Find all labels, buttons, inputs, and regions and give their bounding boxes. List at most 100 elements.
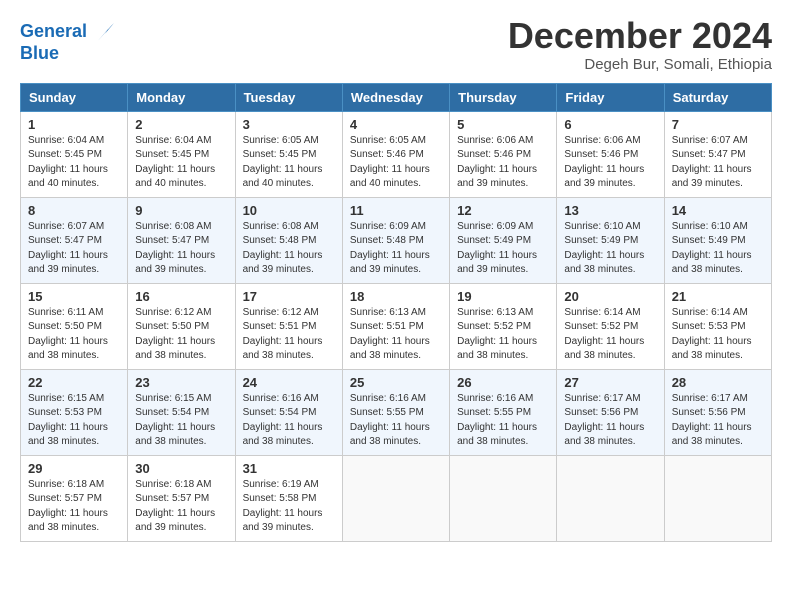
day-info: Sunrise: 6:17 AMSunset: 5:56 PMDaylight:…: [672, 393, 752, 448]
day-info: Sunrise: 6:04 AMSunset: 5:45 PMDaylight:…: [135, 135, 215, 190]
day-info: Sunrise: 6:17 AMSunset: 5:56 PMDaylight:…: [564, 393, 644, 448]
day-info: Sunrise: 6:16 AMSunset: 5:54 PMDaylight:…: [243, 393, 323, 448]
day-info: Sunrise: 6:08 AMSunset: 5:47 PMDaylight:…: [135, 221, 215, 276]
calendar-cell: [664, 455, 771, 541]
calendar-cell: 27Sunrise: 6:17 AMSunset: 5:56 PMDayligh…: [557, 369, 664, 455]
day-number: 11: [350, 203, 442, 218]
day-number: 17: [243, 289, 335, 304]
calendar-cell: 7 Sunrise: 6:07 AMSunset: 5:47 PMDaylight…: [664, 111, 771, 197]
day-info: Sunrise: 6:16 AMSunset: 5:55 PMDaylight:…: [350, 393, 430, 448]
week-row-5: 29 Sunrise: 6:18 AMSunset: 5:57 PMDayligh…: [21, 455, 772, 541]
column-header-thursday: Thursday: [450, 83, 557, 111]
calendar-cell: 14Sunrise: 6:10 AMSunset: 5:49 PMDayligh…: [664, 197, 771, 283]
day-info: Sunrise: 6:09 AMSunset: 5:49 PMDaylight:…: [457, 221, 537, 276]
day-number: 2: [135, 117, 227, 132]
day-number: 22: [28, 375, 120, 390]
logo-blue-text: Blue: [20, 44, 59, 64]
calendar-cell: 17 Sunrise: 6:12 AMSunset: 5:51 PMDayligh…: [235, 283, 342, 369]
calendar-cell: 22 Sunrise: 6:15 AMSunset: 5:53 PMDayligh…: [21, 369, 128, 455]
day-info: Sunrise: 6:04 AMSunset: 5:45 PMDaylight:…: [28, 135, 108, 190]
calendar-cell: 3Sunrise: 6:05 AMSunset: 5:45 PMDaylight…: [235, 111, 342, 197]
column-header-wednesday: Wednesday: [342, 83, 449, 111]
day-info: Sunrise: 6:14 AMSunset: 5:52 PMDaylight:…: [564, 307, 644, 362]
day-info: Sunrise: 6:13 AMSunset: 5:51 PMDaylight:…: [350, 307, 430, 362]
calendar-cell: 29 Sunrise: 6:18 AMSunset: 5:57 PMDayligh…: [21, 455, 128, 541]
calendar-cell: 20 Sunrise: 6:14 AMSunset: 5:52 PMDayligh…: [557, 283, 664, 369]
calendar-cell: 1 Sunrise: 6:04 AMSunset: 5:45 PMDaylight…: [21, 111, 128, 197]
calendar-cell: 16Sunrise: 6:12 AMSunset: 5:50 PMDayligh…: [128, 283, 235, 369]
calendar-cell: 24Sunrise: 6:16 AMSunset: 5:54 PMDayligh…: [235, 369, 342, 455]
day-number: 21: [672, 289, 764, 304]
week-row-3: 15Sunrise: 6:11 AMSunset: 5:50 PMDayligh…: [21, 283, 772, 369]
calendar-cell: 10 Sunrise: 6:08 AMSunset: 5:48 PMDayligh…: [235, 197, 342, 283]
day-number: 14: [672, 203, 764, 218]
day-info: Sunrise: 6:08 AMSunset: 5:48 PMDaylight:…: [243, 221, 323, 276]
day-info: Sunrise: 6:09 AMSunset: 5:48 PMDaylight:…: [350, 221, 430, 276]
column-header-saturday: Saturday: [664, 83, 771, 111]
day-number: 20: [564, 289, 656, 304]
calendar-cell: 28Sunrise: 6:17 AMSunset: 5:56 PMDayligh…: [664, 369, 771, 455]
calendar-cell: 31 Sunrise: 6:19 AMSunset: 5:58 PMDayligh…: [235, 455, 342, 541]
day-number: 7: [672, 117, 764, 132]
day-info: Sunrise: 6:18 AMSunset: 5:57 PMDaylight:…: [28, 479, 108, 534]
day-info: Sunrise: 6:18 AMSunset: 5:57 PMDaylight:…: [135, 479, 215, 534]
calendar-cell: 5Sunrise: 6:06 AMSunset: 5:46 PMDaylight…: [450, 111, 557, 197]
calendar-cell: 26Sunrise: 6:16 AMSunset: 5:55 PMDayligh…: [450, 369, 557, 455]
day-info: Sunrise: 6:13 AMSunset: 5:52 PMDaylight:…: [457, 307, 537, 362]
calendar-cell: 25 Sunrise: 6:16 AMSunset: 5:55 PMDayligh…: [342, 369, 449, 455]
header: General Blue December 2024 Degeh Bur, So…: [20, 16, 772, 73]
day-info: Sunrise: 6:05 AMSunset: 5:46 PMDaylight:…: [350, 135, 430, 190]
calendar-cell: 23 Sunrise: 6:15 AMSunset: 5:54 PMDayligh…: [128, 369, 235, 455]
day-number: 23: [135, 375, 227, 390]
day-number: 18: [350, 289, 442, 304]
day-info: Sunrise: 6:06 AMSunset: 5:46 PMDaylight:…: [564, 135, 644, 190]
calendar-cell: 4 Sunrise: 6:05 AMSunset: 5:46 PMDaylight…: [342, 111, 449, 197]
week-row-2: 8 Sunrise: 6:07 AMSunset: 5:47 PMDaylight…: [21, 197, 772, 283]
column-header-sunday: Sunday: [21, 83, 128, 111]
calendar-cell: [450, 455, 557, 541]
day-number: 8: [28, 203, 120, 218]
calendar-cell: [342, 455, 449, 541]
calendar-cell: 18 Sunrise: 6:13 AMSunset: 5:51 PMDayligh…: [342, 283, 449, 369]
day-number: 30: [135, 461, 227, 476]
day-number: 4: [350, 117, 442, 132]
calendar-cell: 19Sunrise: 6:13 AMSunset: 5:52 PMDayligh…: [450, 283, 557, 369]
calendar-table: SundayMondayTuesdayWednesdayThursdayFrid…: [20, 83, 772, 542]
day-info: Sunrise: 6:05 AMSunset: 5:45 PMDaylight:…: [243, 135, 323, 190]
calendar-cell: 11 Sunrise: 6:09 AMSunset: 5:48 PMDayligh…: [342, 197, 449, 283]
location-subtitle: Degeh Bur, Somali, Ethiopia: [508, 56, 772, 73]
day-number: 10: [243, 203, 335, 218]
day-number: 13: [564, 203, 656, 218]
logo: General Blue: [20, 16, 121, 64]
day-info: Sunrise: 6:19 AMSunset: 5:58 PMDaylight:…: [243, 479, 323, 534]
day-number: 26: [457, 375, 549, 390]
calendar-cell: 8 Sunrise: 6:07 AMSunset: 5:47 PMDaylight…: [21, 197, 128, 283]
week-row-1: 1 Sunrise: 6:04 AMSunset: 5:45 PMDaylight…: [21, 111, 772, 197]
day-info: Sunrise: 6:15 AMSunset: 5:54 PMDaylight:…: [135, 393, 215, 448]
calendar-cell: 9Sunrise: 6:08 AMSunset: 5:47 PMDaylight…: [128, 197, 235, 283]
calendar-cell: 30 Sunrise: 6:18 AMSunset: 5:57 PMDayligh…: [128, 455, 235, 541]
day-info: Sunrise: 6:11 AMSunset: 5:50 PMDaylight:…: [28, 307, 108, 362]
day-info: Sunrise: 6:06 AMSunset: 5:46 PMDaylight:…: [457, 135, 537, 190]
day-number: 29: [28, 461, 120, 476]
day-info: Sunrise: 6:12 AMSunset: 5:51 PMDaylight:…: [243, 307, 323, 362]
day-number: 25: [350, 375, 442, 390]
day-number: 6: [564, 117, 656, 132]
logo-text: General: [20, 22, 87, 42]
calendar-cell: 12 Sunrise: 6:09 AMSunset: 5:49 PMDayligh…: [450, 197, 557, 283]
day-info: Sunrise: 6:15 AMSunset: 5:53 PMDaylight:…: [28, 393, 108, 448]
column-header-monday: Monday: [128, 83, 235, 111]
page: General Blue December 2024 Degeh Bur, So…: [0, 0, 792, 612]
calendar-cell: 6 Sunrise: 6:06 AMSunset: 5:46 PMDaylight…: [557, 111, 664, 197]
day-info: Sunrise: 6:07 AMSunset: 5:47 PMDaylight:…: [28, 221, 108, 276]
calendar-cell: [557, 455, 664, 541]
column-header-tuesday: Tuesday: [235, 83, 342, 111]
week-row-4: 22 Sunrise: 6:15 AMSunset: 5:53 PMDayligh…: [21, 369, 772, 455]
day-info: Sunrise: 6:14 AMSunset: 5:53 PMDaylight:…: [672, 307, 752, 362]
day-number: 1: [28, 117, 120, 132]
calendar-cell: 21 Sunrise: 6:14 AMSunset: 5:53 PMDayligh…: [664, 283, 771, 369]
calendar-cell: 2 Sunrise: 6:04 AMSunset: 5:45 PMDaylight…: [128, 111, 235, 197]
day-number: 12: [457, 203, 549, 218]
day-info: Sunrise: 6:07 AMSunset: 5:47 PMDaylight:…: [672, 135, 752, 190]
day-number: 31: [243, 461, 335, 476]
